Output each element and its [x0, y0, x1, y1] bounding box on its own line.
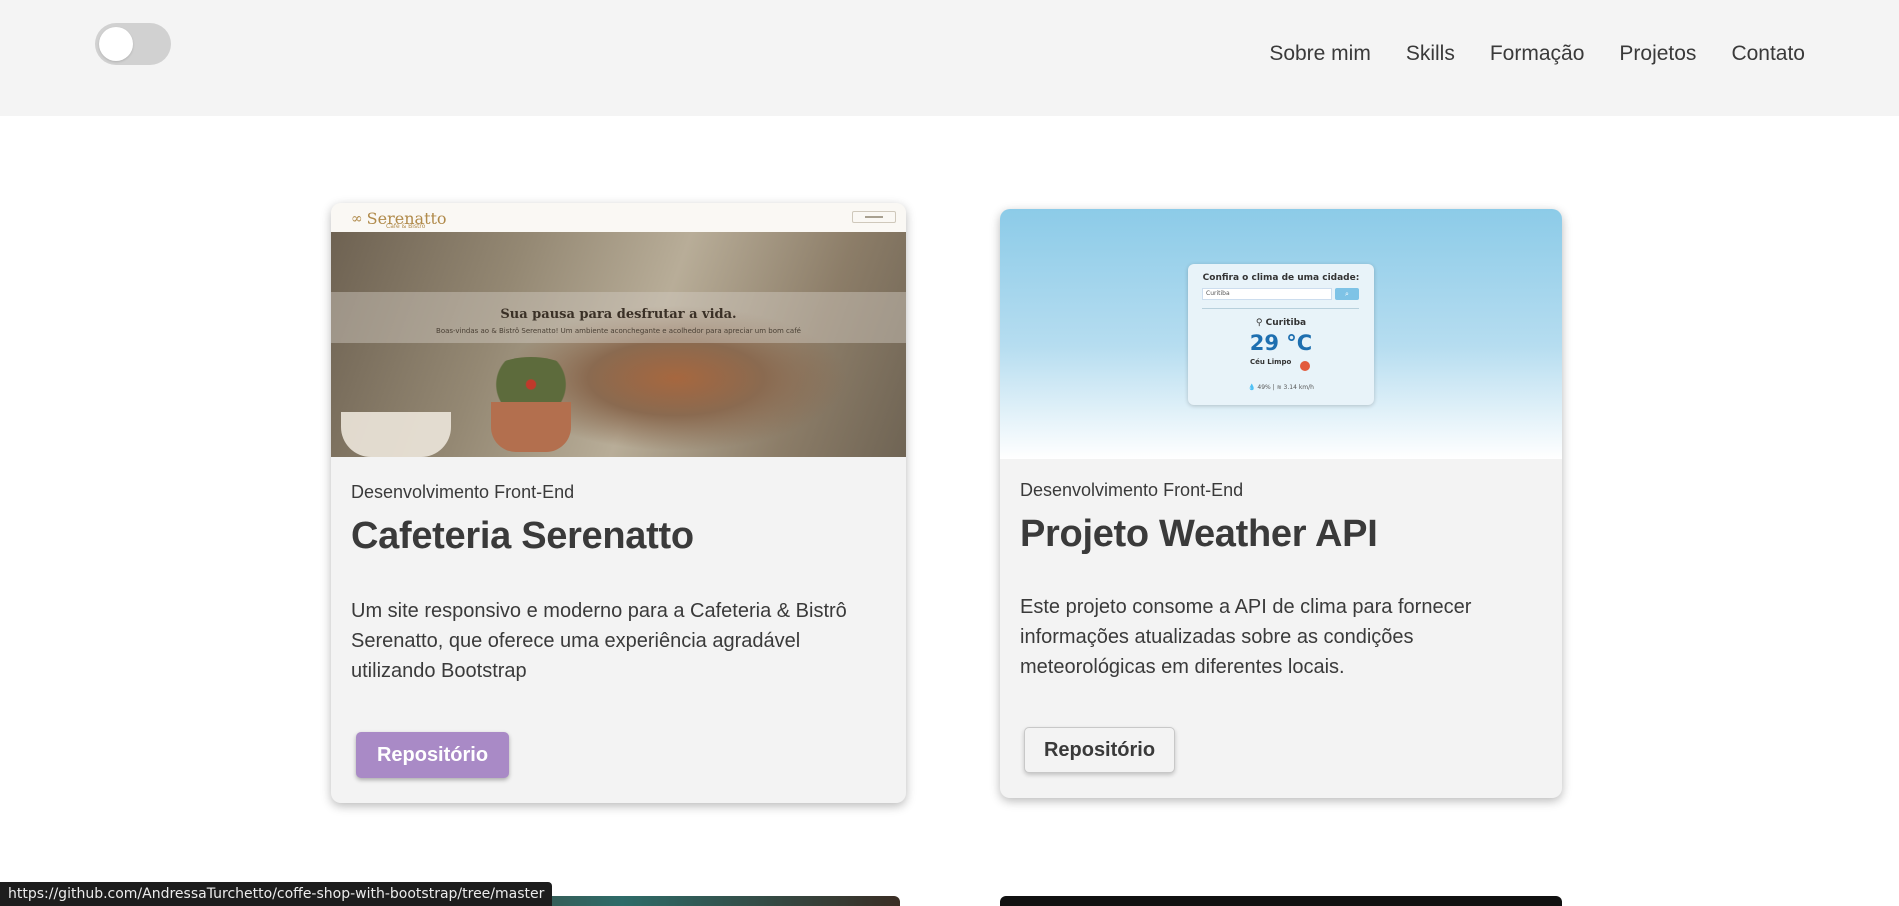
- wind-icon: ≋: [1276, 384, 1284, 391]
- card-body: Desenvolvimento Front-End Projeto Weathe…: [1020, 480, 1542, 682]
- navbar: Sobre mim Skills Formação Projetos Conta…: [0, 0, 1899, 116]
- weather-widget: Confira o clima de uma cidade: Curitiba …: [1188, 264, 1374, 405]
- browser-status-bar: https://github.com/AndressaTurchetto/cof…: [0, 882, 553, 906]
- preview-headline: Sua pausa para desfrutar a vida.: [500, 307, 737, 322]
- preview-logo-sub: Café & Bistrô: [386, 223, 426, 230]
- repository-button[interactable]: Repositório: [1024, 727, 1175, 773]
- weather-wind: 3.14 km/h: [1283, 384, 1314, 391]
- humidity-icon: 💧: [1248, 384, 1258, 391]
- weather-condition: Céu Limpo: [1250, 358, 1292, 366]
- project-title: Cafeteria Serenatto: [351, 515, 694, 557]
- weather-temperature: 29 °C: [1249, 331, 1313, 355]
- rings-icon: ∞: [351, 210, 363, 227]
- preview-header: ∞ Serenatto Café & Bistrô: [331, 203, 906, 232]
- weather-meta: 💧 49% | ≋ 3.14 km/h: [1248, 384, 1314, 391]
- cup-shape: [341, 412, 451, 457]
- project-category: Desenvolvimento Front-End: [351, 482, 575, 502]
- nav-link-contato[interactable]: Contato: [1731, 42, 1805, 66]
- toggle-knob: [99, 27, 133, 61]
- preview-photo: Sua pausa para desfrutar a vida. Boas-vi…: [331, 232, 906, 457]
- weather-humidity: 49%: [1257, 384, 1271, 391]
- project-description: Um site responsivo e moderno para a Cafe…: [351, 600, 847, 682]
- repository-button[interactable]: Repositório: [356, 732, 509, 778]
- nav-link-formacao[interactable]: Formação: [1490, 42, 1585, 66]
- weather-city: ⚲ Curitiba: [1188, 318, 1374, 328]
- project-preview-image: Confira o clima de uma cidade: Curitiba …: [1000, 209, 1562, 459]
- nav-links: Sobre mim Skills Formação Projetos Conta…: [1269, 42, 1805, 66]
- project-title: Projeto Weather API: [1020, 513, 1378, 555]
- hamburger-icon: [852, 211, 896, 223]
- project-card-partial[interactable]: [1000, 896, 1562, 906]
- theme-toggle[interactable]: [95, 23, 171, 65]
- project-description: Este projeto consome a API de clima para…: [1020, 596, 1472, 678]
- project-card-weather: Confira o clima de uma cidade: Curitiba …: [1000, 209, 1562, 798]
- nav-link-sobre-mim[interactable]: Sobre mim: [1269, 42, 1371, 66]
- weather-city-text: Curitiba: [1265, 318, 1307, 328]
- project-category: Desenvolvimento Front-End: [1020, 480, 1244, 500]
- weather-divider: [1202, 308, 1359, 309]
- pot-shape: [491, 402, 571, 452]
- search-icon: ⌕: [1335, 288, 1359, 300]
- preview-subline: Boas-vindas ao & Bistrô Serenatto! Um am…: [436, 327, 801, 335]
- card-body: Desenvolvimento Front-End Cafeteria Sere…: [351, 482, 886, 686]
- location-pin-icon: ⚲: [1255, 318, 1266, 328]
- nav-link-projetos[interactable]: Projetos: [1619, 42, 1696, 66]
- sun-icon: [1300, 361, 1310, 371]
- weather-city-input: Curitiba: [1202, 288, 1332, 300]
- project-preview-image: ∞ Serenatto Café & Bistrô Sua pausa para…: [331, 203, 906, 457]
- nav-link-skills[interactable]: Skills: [1406, 42, 1455, 66]
- project-card-serenatto: ∞ Serenatto Café & Bistrô Sua pausa para…: [331, 203, 906, 803]
- weather-label: Confira o clima de uma cidade:: [1202, 273, 1360, 283]
